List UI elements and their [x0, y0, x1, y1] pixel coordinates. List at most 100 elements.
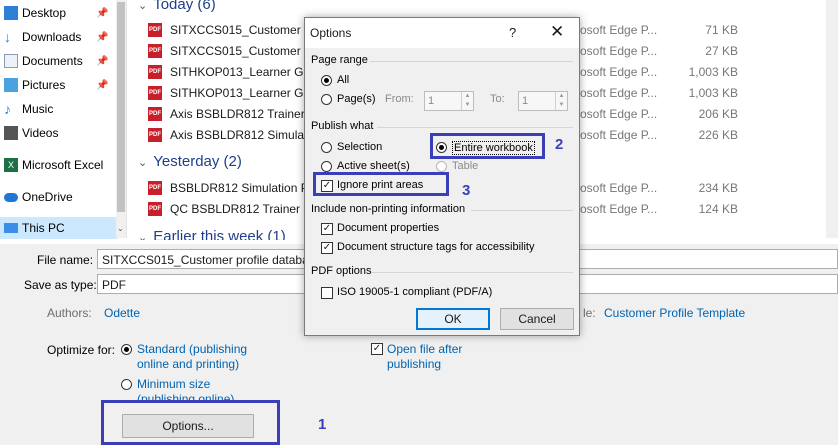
pin-icon: 📌	[96, 79, 109, 91]
file-type: osoft Edge P...	[580, 202, 658, 216]
nav-item-label: Desktop	[22, 6, 67, 20]
standard-radio[interactable]	[121, 344, 132, 355]
nav-item-documents[interactable]: Documents 📌	[0, 50, 118, 72]
nav-item-label: This PC	[22, 221, 65, 235]
group-header-today[interactable]: ⌄ Today (6)	[138, 0, 216, 13]
group-label: Earlier this week (1)	[153, 228, 286, 240]
nonprinting-label: Include non-printing information	[311, 203, 466, 215]
computer-icon	[4, 223, 18, 233]
group-header-yesterday[interactable]: ⌄ Yesterday (2)	[138, 153, 242, 170]
dialog-titlebar: Options ? ✕	[305, 18, 579, 48]
pdf-options-label: PDF options	[311, 265, 372, 277]
pages-radio[interactable]	[321, 94, 332, 105]
from-label: From:	[385, 93, 414, 105]
nav-item-label: Documents	[22, 54, 83, 68]
title-label: le:	[583, 306, 596, 320]
pdf-file-icon: PDF	[148, 44, 162, 58]
minimum-size-label[interactable]: Minimum size (publishing online)	[137, 377, 249, 401]
all-label[interactable]: All	[337, 74, 349, 86]
scrollbar-thumb[interactable]	[117, 2, 125, 212]
selection-label[interactable]: Selection	[337, 141, 382, 153]
nav-item-this-pc[interactable]: This PC	[0, 217, 118, 239]
page-range-label: Page range	[311, 54, 368, 66]
file-type: osoft Edge P...	[580, 107, 658, 121]
all-radio[interactable]	[321, 75, 332, 86]
to-value: 1	[522, 95, 529, 107]
file-size: 27 KB	[705, 44, 738, 58]
pdf-file-icon: PDF	[148, 202, 162, 216]
iso-compliant-label[interactable]: ISO 19005-1 compliant (PDF/A)	[337, 286, 492, 298]
from-spinner[interactable]: 1 ▲ ▼	[424, 91, 474, 111]
file-type: osoft Edge P...	[580, 65, 658, 79]
to-spinner[interactable]: 1 ▲ ▼	[518, 91, 568, 111]
pdf-file-icon: PDF	[148, 128, 162, 142]
annotation-box-options	[101, 400, 280, 445]
save-as-type-label: Save as type:	[24, 278, 97, 292]
pdf-file-icon: PDF	[148, 181, 162, 195]
chevron-down-icon: ⌄	[138, 0, 148, 12]
pin-icon: 📌	[96, 31, 109, 43]
desktop-icon	[4, 6, 18, 20]
nav-item-pictures[interactable]: Pictures 📌	[0, 74, 118, 96]
pictures-icon	[4, 78, 18, 92]
file-name: SITHKOP013_Learner Guide	[170, 86, 327, 100]
file-size: 234 KB	[698, 181, 738, 195]
structure-tags-checkbox[interactable]: ✓	[321, 242, 333, 254]
annotation-number: 3	[462, 182, 471, 199]
file-type: osoft Edge P...	[580, 181, 658, 195]
group-label: Today (6)	[153, 0, 216, 13]
table-radio[interactable]	[436, 161, 447, 172]
filename-label: File name:	[37, 253, 94, 267]
group-header-earlier[interactable]: ⌄ Earlier this week (1)	[138, 228, 286, 240]
open-after-label[interactable]: Open file after publishing	[387, 342, 477, 372]
nav-item-label: Pictures	[22, 78, 66, 92]
excel-icon: X	[4, 158, 18, 172]
pin-icon: 📌	[96, 7, 109, 19]
chevron-down-icon[interactable]: ⌄	[117, 224, 124, 233]
annotation-number: 1	[318, 416, 327, 433]
iso-compliant-checkbox[interactable]	[321, 287, 333, 299]
nav-scrollbar[interactable]: ⌄	[116, 0, 126, 238]
open-after-checkbox[interactable]: ✓	[371, 343, 383, 355]
authors-value[interactable]: Odette	[104, 306, 140, 320]
nav-item-label: Downloads	[22, 30, 82, 44]
file-size: 226 KB	[698, 128, 738, 142]
divider	[370, 61, 573, 62]
pages-label[interactable]: Page(s)	[337, 93, 376, 105]
selection-radio[interactable]	[321, 142, 332, 153]
title-value[interactable]: Customer Profile Template	[604, 306, 745, 320]
ok-button[interactable]: OK	[416, 308, 490, 330]
file-type: osoft Edge P...	[580, 128, 658, 142]
nav-item-microsoft-excel[interactable]: X Microsoft Excel	[0, 154, 118, 176]
close-icon[interactable]: ✕	[550, 22, 564, 42]
minimum-size-radio[interactable]	[121, 379, 132, 390]
divider	[377, 127, 573, 128]
document-properties-checkbox[interactable]: ✓	[321, 223, 333, 235]
nav-item-onedrive[interactable]: OneDrive	[0, 186, 118, 208]
nav-item-music[interactable]: ♪ Music	[0, 98, 118, 120]
active-sheets-radio[interactable]	[321, 161, 332, 172]
pdf-file-icon: PDF	[148, 86, 162, 100]
from-value: 1	[428, 95, 435, 107]
file-size: 71 KB	[705, 23, 738, 37]
cloud-icon	[4, 192, 18, 202]
file-name: SITHKOP013_Learner Guide	[170, 65, 327, 79]
spinner-arrows-icon[interactable]: ▲ ▼	[555, 92, 567, 110]
spinner-arrows-icon[interactable]: ▲ ▼	[461, 92, 473, 110]
pdf-file-icon: PDF	[148, 23, 162, 37]
structure-tags-label[interactable]: Document structure tags for accessibilit…	[337, 241, 534, 253]
cancel-button[interactable]: Cancel	[500, 308, 574, 330]
document-properties-label[interactable]: Document properties	[337, 222, 439, 234]
annotation-box-entire-workbook	[430, 133, 545, 159]
document-icon	[4, 54, 18, 68]
pdf-file-icon: PDF	[148, 65, 162, 79]
nav-item-desktop[interactable]: Desktop 📌	[0, 2, 118, 24]
pin-icon: 📌	[96, 55, 109, 67]
file-list-scrollbar[interactable]	[826, 0, 838, 238]
nav-item-downloads[interactable]: ↓ Downloads 📌	[0, 26, 118, 48]
nav-item-videos[interactable]: Videos	[0, 122, 118, 144]
standard-label[interactable]: Standard (publishing online and printing…	[137, 342, 257, 372]
active-sheets-label[interactable]: Active sheet(s)	[337, 160, 410, 172]
help-icon[interactable]: ?	[509, 25, 516, 40]
to-label: To:	[490, 93, 505, 105]
